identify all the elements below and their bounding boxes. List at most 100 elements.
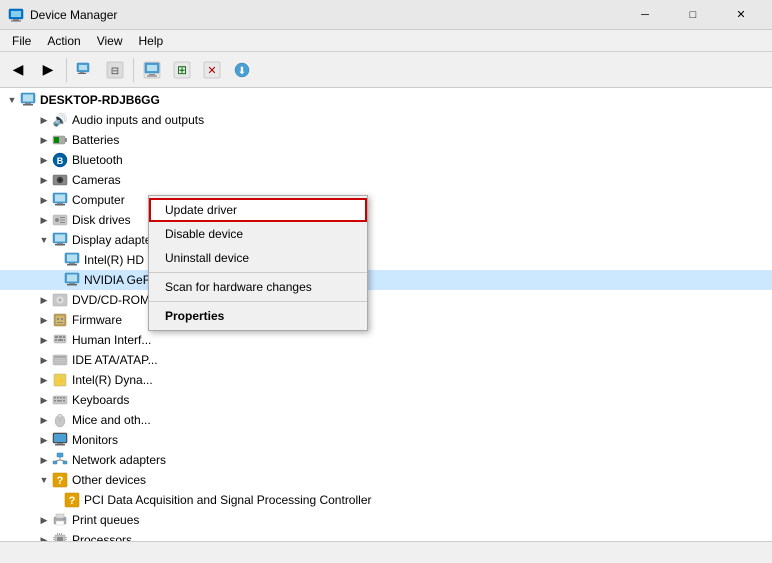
mouse-icon: [52, 412, 68, 428]
keyboard-icon: [52, 392, 68, 408]
menu-view[interactable]: View: [89, 32, 131, 50]
svg-text:?: ?: [57, 475, 64, 487]
back-button[interactable]: ◀: [4, 56, 32, 84]
device-tree[interactable]: ▼ DESKTOP-RDJB6GG ▶ 🔊 Audio inputs and o…: [0, 88, 772, 541]
bluetooth-icon: B: [52, 152, 68, 168]
expand-icon: ▶: [36, 392, 52, 408]
root-expand-icon: ▼: [4, 92, 20, 108]
list-item[interactable]: ▶ Monitors: [0, 430, 772, 450]
intel-dynamic-icon: ⚡: [52, 372, 68, 388]
context-menu-separator-2: [149, 301, 367, 302]
expand-icon: ▶: [36, 512, 52, 528]
list-item[interactable]: ▼ ? Other devices: [0, 470, 772, 490]
item-label: Firmware: [72, 313, 122, 327]
window-title: Device Manager: [30, 8, 622, 22]
other-icon: ?: [52, 472, 68, 488]
item-label: Mice and oth...: [72, 413, 151, 427]
item-label: Keyboards: [72, 393, 129, 407]
properties-button[interactable]: [71, 56, 99, 84]
list-item[interactable]: ▶ Print queues: [0, 510, 772, 530]
help-button[interactable]: ⬇: [228, 56, 256, 84]
ide-icon: [52, 352, 68, 368]
list-item[interactable]: ▶ Firmware: [0, 310, 772, 330]
menu-action[interactable]: Action: [39, 32, 88, 50]
list-item[interactable]: ▶ Proces: [0, 530, 772, 541]
forward-button[interactable]: ▶: [34, 56, 62, 84]
tree-root[interactable]: ▼ DESKTOP-RDJB6GG: [0, 90, 772, 110]
expand-icon: [56, 492, 64, 508]
expand-icon: ▶: [36, 152, 52, 168]
intel-graphics-icon: [64, 252, 80, 268]
print-icon: [52, 512, 68, 528]
list-item[interactable]: ▶ B Bluetooth: [0, 150, 772, 170]
close-button[interactable]: ✕: [718, 0, 764, 30]
processor-icon: [52, 532, 68, 541]
context-menu: Update driver Disable device Uninstall d…: [148, 195, 368, 331]
root-label: DESKTOP-RDJB6GG: [40, 93, 160, 107]
list-item[interactable]: ▶ 🔊 Audio inputs and outputs: [0, 110, 772, 130]
display-icon: [52, 232, 68, 248]
menu-file[interactable]: File: [4, 32, 39, 50]
expand-icon: ▶: [36, 212, 52, 228]
expand-icon: ▶: [36, 332, 52, 348]
list-item[interactable]: NVIDIA GeForce 940M: [0, 270, 772, 290]
expand-icon: ▶: [36, 352, 52, 368]
menu-help[interactable]: Help: [131, 32, 172, 50]
item-label: DVD/CD-ROM...: [72, 293, 160, 307]
context-menu-update-driver[interactable]: Update driver: [149, 198, 367, 222]
svg-text:⊟: ⊟: [111, 66, 119, 77]
update-button[interactable]: ⊟: [101, 56, 129, 84]
toolbar-separator-1: [66, 58, 67, 82]
list-item[interactable]: ? PCI Data Acquisition and Signal Proces…: [0, 490, 772, 510]
remove-button[interactable]: ✕: [198, 56, 226, 84]
expand-icon: [56, 272, 64, 288]
list-item[interactable]: ▶ Cameras: [0, 170, 772, 190]
audio-icon: 🔊: [52, 112, 68, 128]
expand-icon: ▼: [36, 232, 52, 248]
svg-text:B: B: [57, 156, 64, 166]
scan-button[interactable]: [138, 56, 166, 84]
computer-icon: [20, 92, 36, 108]
context-menu-scan-hardware[interactable]: Scan for hardware changes: [149, 275, 367, 299]
minimize-button[interactable]: ─: [622, 0, 668, 30]
list-item[interactable]: ▶ Disk drives: [0, 210, 772, 230]
expand-icon: ▶: [36, 172, 52, 188]
list-item[interactable]: ▶ DVD/CD-ROM...: [0, 290, 772, 310]
svg-text:⊞: ⊞: [177, 63, 187, 77]
item-label: Print queues: [72, 513, 139, 527]
item-label: IDE ATA/ATAP...: [72, 353, 158, 367]
list-item[interactable]: ▶ Computer: [0, 190, 772, 210]
add-button[interactable]: ⊞: [168, 56, 196, 84]
expand-icon: ▶: [36, 292, 52, 308]
maximize-button[interactable]: □: [670, 0, 716, 30]
list-item[interactable]: Intel(R) HD Graphics 520: [0, 250, 772, 270]
expand-icon: ▶: [36, 192, 52, 208]
list-item[interactable]: ▶ Keyboards: [0, 390, 772, 410]
item-label: Cameras: [72, 173, 121, 187]
list-item[interactable]: ▶ Network adapters: [0, 450, 772, 470]
app-icon: [8, 7, 24, 23]
list-item[interactable]: ▼ Display adapters: [0, 230, 772, 250]
item-label: Bluetooth: [72, 153, 123, 167]
monitor-icon: [52, 432, 68, 448]
nvidia-icon: [64, 272, 80, 288]
expand-icon: ▼: [36, 472, 52, 488]
list-item[interactable]: ▶ ⚡ Intel(R) Dyna...: [0, 370, 772, 390]
item-label: Computer: [72, 193, 125, 207]
list-item[interactable]: ▶ IDE ATA/ATAP...: [0, 350, 772, 370]
dvd-icon: [52, 292, 68, 308]
expand-icon: ▶: [36, 112, 52, 128]
firmware-icon: [52, 312, 68, 328]
item-label: Audio inputs and outputs: [72, 113, 204, 127]
expand-icon: ▶: [36, 372, 52, 388]
toolbar-separator-2: [133, 58, 134, 82]
context-menu-uninstall-device[interactable]: Uninstall device: [149, 246, 367, 270]
item-label: Monitors: [72, 433, 118, 447]
list-item[interactable]: ▶ Human Interf...: [0, 330, 772, 350]
context-menu-properties[interactable]: Properties: [149, 304, 367, 328]
list-item[interactable]: ▶ Mice and oth...: [0, 410, 772, 430]
context-menu-separator-1: [149, 272, 367, 273]
context-menu-disable-device[interactable]: Disable device: [149, 222, 367, 246]
list-item[interactable]: ▶ Batteries: [0, 130, 772, 150]
menu-bar: File Action View Help: [0, 30, 772, 52]
